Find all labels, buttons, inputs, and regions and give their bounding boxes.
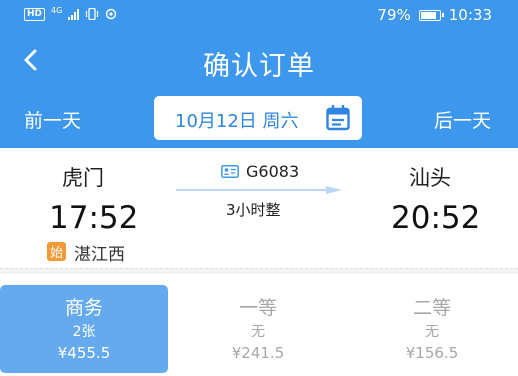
trip-duration: 3小时整 — [226, 201, 281, 219]
seat-price: ¥156.5 — [405, 344, 459, 362]
status-right: 79% 10:33 — [377, 5, 492, 25]
seat-options: 商务 2张 ¥455.5 一等 无 ¥241.5 二等 无 ¥156.5 — [0, 274, 518, 376]
arrival-station: 汕头 — [409, 166, 451, 190]
route-arrow — [176, 186, 342, 194]
departure-time: 17:52 — [49, 200, 139, 236]
hd-badge: HD — [24, 7, 46, 21]
seat-availability: 2张 — [72, 324, 96, 340]
arrival-time: 20:52 — [391, 200, 481, 236]
next-day-button[interactable]: 后一天 — [434, 106, 491, 133]
train-info-card: 虎门 汕头 G6083 3小时整 17:52 20:52 始 湛江西 — [0, 148, 518, 268]
divider — [0, 268, 518, 269]
date-selector[interactable]: 10月12日 周六 — [154, 96, 362, 140]
seat-price: ¥241.5 — [231, 344, 285, 362]
battery-percent: 79% — [377, 6, 411, 24]
train-number[interactable]: G6083 — [246, 162, 299, 181]
page-title: 确认订单 — [203, 51, 315, 82]
network-type: 4G — [51, 5, 63, 15]
vibrate-icon — [86, 8, 99, 20]
departure-station: 虎门 — [62, 166, 104, 190]
signal-icon — [68, 8, 80, 20]
seat-price: ¥455.5 — [57, 344, 111, 362]
sync-icon — [106, 8, 117, 20]
header: 确认订单 前一天 10月12日 周六 后一天 — [0, 30, 518, 148]
seat-availability: 无 — [251, 324, 265, 340]
seat-class: 二等 — [412, 297, 451, 319]
seat-class: 一等 — [238, 297, 277, 319]
seat-class: 商务 — [64, 297, 103, 319]
seat-option-second-class[interactable]: 二等 无 ¥156.5 — [348, 285, 516, 373]
id-card-icon — [221, 165, 239, 178]
seat-availability: 无 — [425, 324, 439, 340]
origin-badge: 始 — [47, 242, 66, 261]
clock: 10:33 — [448, 6, 492, 24]
status-left: HD 4G — [24, 4, 117, 24]
seat-option-first-class[interactable]: 一等 无 ¥241.5 — [174, 285, 342, 373]
battery-icon — [418, 9, 444, 21]
prev-day-button[interactable]: 前一天 — [24, 106, 81, 133]
seat-option-business[interactable]: 商务 2张 ¥455.5 — [0, 285, 168, 373]
status-bar: HD 4G 79% 10:33 — [0, 0, 518, 30]
origin-station: 湛江西 — [74, 245, 125, 265]
calendar-icon — [326, 105, 350, 131]
selected-date: 10月12日 周六 — [175, 111, 299, 132]
